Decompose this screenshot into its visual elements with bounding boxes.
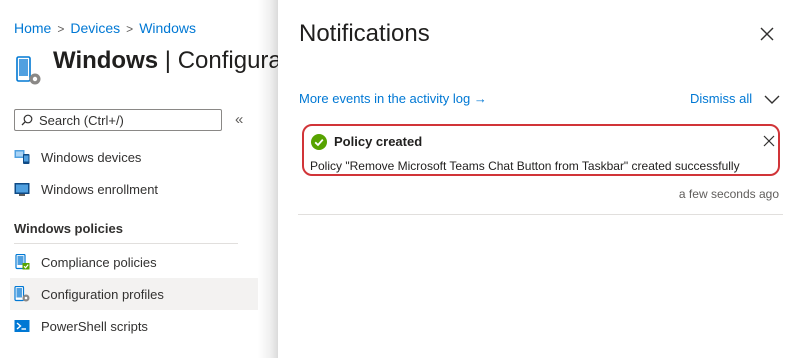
notification-message: Policy "Remove Microsoft Teams Chat Butt… xyxy=(310,159,740,173)
sidebar-item-label: Compliance policies xyxy=(41,254,157,270)
dismiss-all-button[interactable]: Dismiss all xyxy=(690,91,780,106)
section-divider xyxy=(14,243,238,244)
close-icon[interactable] xyxy=(757,24,777,44)
close-icon[interactable] xyxy=(763,135,775,147)
sidebar-item-label: Configuration profiles xyxy=(41,286,164,302)
windows-configuration-icon xyxy=(16,56,41,85)
arrow-right-icon: → xyxy=(473,91,487,106)
sidebar-item-label: Windows enrollment xyxy=(41,181,159,197)
configuration-profiles-icon xyxy=(14,286,30,302)
section-header-windows-policies: Windows policies xyxy=(14,221,123,236)
notification-card[interactable]: Policy created Policy "Remove Microsoft … xyxy=(302,124,780,176)
sidebar-item-powershell-scripts[interactable]: PowerShell scripts xyxy=(10,310,258,342)
powershell-scripts-icon xyxy=(14,320,30,332)
chevron-right-icon: > xyxy=(126,22,134,36)
page-title: Windows | Configurat xyxy=(53,47,289,74)
breadcrumb-devices[interactable]: Devices xyxy=(70,20,120,36)
notification-timestamp: a few seconds ago xyxy=(678,187,779,201)
panel-shadow xyxy=(258,0,278,358)
compliance-policies-icon xyxy=(15,254,30,270)
success-check-icon xyxy=(311,134,327,150)
chevron-right-icon: > xyxy=(57,22,65,36)
breadcrumb: Home > Devices > Windows xyxy=(14,20,196,36)
activity-log-link[interactable]: More events in the activity log → xyxy=(299,91,487,106)
dismiss-all-label: Dismiss all xyxy=(690,91,753,106)
sidebar-item-label: PowerShell scripts xyxy=(41,318,148,334)
panel-title: Notifications xyxy=(299,20,430,47)
sidebar-item-compliance-policies[interactable]: Compliance policies xyxy=(10,246,258,278)
search-input[interactable] xyxy=(33,112,209,128)
windows-devices-icon xyxy=(14,150,30,164)
notifications-panel: Notifications More events in the activit… xyxy=(278,0,803,358)
divider xyxy=(298,214,783,215)
sidebar-item-windows-devices[interactable]: Windows devices xyxy=(10,141,258,173)
windows-enrollment-icon xyxy=(14,183,30,196)
left-blade: Home > Devices > Windows Windows | Configura… xyxy=(0,0,288,358)
sidebar-item-label: Windows devices xyxy=(41,149,142,165)
sidebar-item-windows-enrollment[interactable]: Windows enrollment xyxy=(10,173,258,205)
chevron-down-icon xyxy=(764,95,780,104)
sidebar-item-configuration-profiles[interactable]: Configuration profiles xyxy=(10,278,258,310)
breadcrumb-home[interactable]: Home xyxy=(14,20,51,36)
search-box[interactable] xyxy=(14,109,222,131)
breadcrumb-windows[interactable]: Windows xyxy=(139,20,196,36)
collapse-menu-button[interactable]: « xyxy=(235,111,243,128)
search-icon xyxy=(21,114,33,126)
notification-title: Policy created xyxy=(334,134,423,149)
